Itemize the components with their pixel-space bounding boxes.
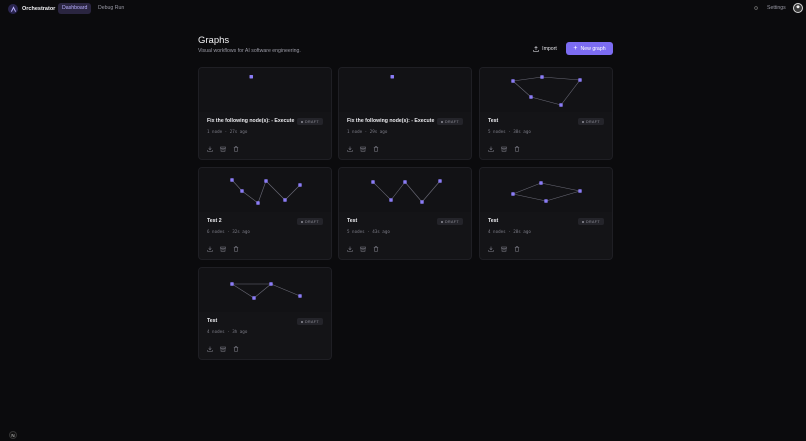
card-title: Test <box>488 118 499 124</box>
status-badge: DRAFT <box>297 218 323 225</box>
status-badge: DRAFT <box>297 318 323 325</box>
import-button[interactable]: Import <box>529 42 561 55</box>
delete-icon[interactable] <box>373 146 379 152</box>
graph-card[interactable]: Test DRAFT 4 nodes · 28s ago <box>479 167 613 260</box>
graph-card[interactable]: Test DRAFT 5 nodes · 43s ago <box>338 167 472 260</box>
delete-icon[interactable] <box>373 246 379 252</box>
graph-card[interactable]: Test DRAFT 5 nodes · 38s ago <box>479 67 613 160</box>
card-meta: 4 nodes · 3h ago <box>207 329 248 334</box>
new-graph-button[interactable]: + New graph <box>566 42 613 55</box>
plus-icon: + <box>573 45 578 52</box>
status-badge: DRAFT <box>578 118 604 125</box>
card-title: Test <box>488 218 499 224</box>
status-badge: DRAFT <box>578 218 604 225</box>
graph-preview <box>480 168 612 212</box>
devtools-badge[interactable]: N <box>9 431 17 439</box>
delete-icon[interactable] <box>514 146 520 152</box>
graph-card[interactable]: Fix the following node(s): - Execute DRA… <box>198 67 332 160</box>
avatar[interactable] <box>793 3 803 13</box>
archive-icon[interactable] <box>220 346 226 352</box>
delete-icon[interactable] <box>514 246 520 252</box>
archive-icon[interactable] <box>501 146 507 152</box>
archive-icon[interactable] <box>220 146 226 152</box>
download-icon[interactable] <box>347 246 353 252</box>
graph-preview <box>199 268 331 312</box>
download-icon[interactable] <box>207 346 213 352</box>
status-badge: DRAFT <box>297 118 323 125</box>
card-title: Fix the following node(s): - Execute <box>347 118 435 124</box>
logo-icon[interactable] <box>8 4 18 14</box>
card-meta: 6 nodes · 32s ago <box>207 229 250 234</box>
card-meta: 1 node · 29s ago <box>347 129 388 134</box>
settings-link[interactable]: Settings <box>767 3 786 14</box>
card-meta: 5 nodes · 38s ago <box>488 129 531 134</box>
brand-name[interactable]: Orchestrator <box>22 4 55 14</box>
graph-preview <box>339 68 471 112</box>
delete-icon[interactable] <box>233 346 239 352</box>
card-title: Test 2 <box>207 218 222 224</box>
page-subtitle: Visual workflows for AI software enginee… <box>198 48 301 54</box>
new-graph-label: New graph <box>580 45 606 52</box>
download-icon[interactable] <box>488 146 494 152</box>
graph-card[interactable]: Fix the following node(s): - Execute DRA… <box>338 67 472 160</box>
card-title: Fix the following node(s): - Execute <box>207 118 295 124</box>
archive-icon[interactable] <box>501 246 507 252</box>
status-badge: DRAFT <box>437 218 463 225</box>
card-meta: 5 nodes · 43s ago <box>347 229 390 234</box>
download-icon[interactable] <box>488 246 494 252</box>
theme-toggle-icon[interactable] <box>753 5 759 11</box>
tab-debug-run[interactable]: Debug Run <box>94 3 128 14</box>
import-label: Import <box>542 45 557 52</box>
card-meta: 1 node · 27s ago <box>207 129 248 134</box>
card-meta: 4 nodes · 28s ago <box>488 229 531 234</box>
delete-icon[interactable] <box>233 146 239 152</box>
graph-card[interactable]: Test DRAFT 4 nodes · 3h ago <box>198 267 332 360</box>
status-badge: DRAFT <box>437 118 463 125</box>
page-title: Graphs <box>198 35 230 46</box>
download-icon[interactable] <box>207 246 213 252</box>
upload-icon <box>533 45 539 52</box>
archive-icon[interactable] <box>360 146 366 152</box>
graph-preview <box>199 68 331 112</box>
graph-preview <box>199 168 331 212</box>
download-icon[interactable] <box>347 146 353 152</box>
graph-preview <box>480 68 612 112</box>
graph-card[interactable]: Test 2 DRAFT 6 nodes · 32s ago <box>198 167 332 260</box>
delete-icon[interactable] <box>233 246 239 252</box>
archive-icon[interactable] <box>360 246 366 252</box>
card-title: Test <box>347 218 358 224</box>
archive-icon[interactable] <box>220 246 226 252</box>
tab-dashboard[interactable]: Dashboard <box>58 3 92 14</box>
card-title: Test <box>207 318 218 324</box>
download-icon[interactable] <box>207 146 213 152</box>
top-nav: Orchestrator Dashboard Debug Run Setting… <box>0 0 806 17</box>
graph-preview <box>339 168 471 212</box>
